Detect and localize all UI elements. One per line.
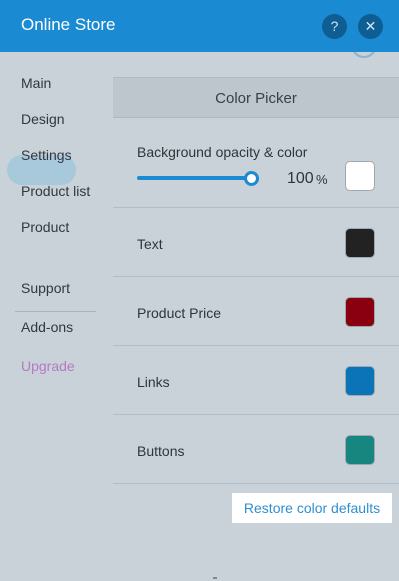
- sidebar-item-support[interactable]: Support: [21, 280, 70, 296]
- sidebar-item-product[interactable]: Product: [21, 219, 69, 235]
- links-color-swatch[interactable]: [345, 366, 375, 396]
- color-row: Product Price: [113, 277, 399, 346]
- scrolled-toggle-fragment: [351, 52, 377, 58]
- sidebar: Main Design Settings Product list Produc…: [0, 52, 113, 581]
- background-color-swatch[interactable]: [345, 161, 375, 191]
- restore-color-defaults-button[interactable]: Restore color defaults: [232, 493, 392, 523]
- sidebar-item-add-ons[interactable]: Add-ons: [21, 319, 73, 335]
- background-row: Background opacity & color: [113, 119, 399, 208]
- opacity-unit: %: [316, 172, 328, 187]
- app-header: Online Store ? ✕: [0, 0, 399, 52]
- opacity-value: 100: [287, 170, 314, 187]
- opacity-slider-handle[interactable]: [244, 171, 259, 186]
- sidebar-divider: [15, 311, 96, 312]
- app-title: Online Store: [21, 15, 116, 34]
- color-row: Links: [113, 346, 399, 415]
- product-price-color-swatch[interactable]: [345, 297, 375, 327]
- help-button[interactable]: ?: [322, 14, 347, 39]
- sidebar-item-settings[interactable]: Settings: [21, 147, 72, 163]
- color-row-label: Product Price: [137, 305, 222, 321]
- color-picker-header: Color Picker: [113, 77, 399, 118]
- sidebar-item-product-list[interactable]: Product list: [21, 183, 90, 199]
- sidebar-item-design[interactable]: Design: [21, 111, 65, 127]
- background-label: Background opacity & color: [137, 144, 308, 160]
- color-row-label: Links: [137, 374, 170, 390]
- settings-panel: Color Picker Background opacity & color …: [113, 52, 399, 581]
- color-row-label: Text: [137, 236, 163, 252]
- section-title: Color Picker: [215, 90, 297, 107]
- color-row: Buttons: [113, 415, 399, 484]
- sidebar-item-main[interactable]: Main: [21, 75, 51, 91]
- close-button[interactable]: ✕: [358, 14, 383, 39]
- color-row: Text: [113, 208, 399, 277]
- scroll-indicator: [213, 577, 217, 579]
- color-row-label: Buttons: [137, 443, 185, 459]
- text-color-swatch[interactable]: [345, 228, 375, 258]
- opacity-slider[interactable]: [137, 176, 252, 180]
- buttons-color-swatch[interactable]: [345, 435, 375, 465]
- sidebar-item-upgrade[interactable]: Upgrade: [21, 358, 75, 374]
